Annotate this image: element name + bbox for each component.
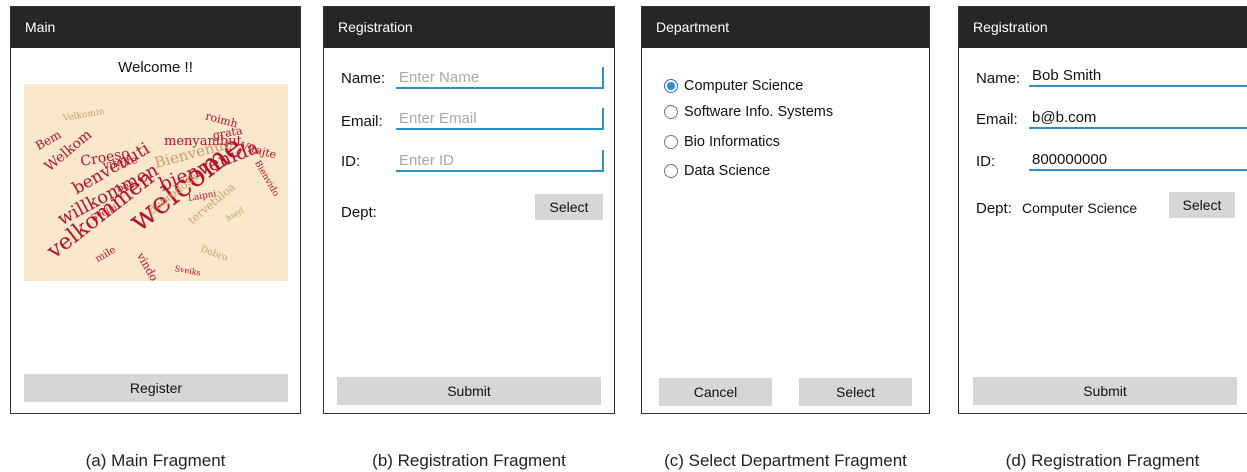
registration-fragment-filled: Registration Name: Email: ID: Dept: Comp…	[958, 6, 1247, 414]
department-option[interactable]: Bio Informatics	[664, 132, 780, 152]
department-option[interactable]: Computer Science	[664, 76, 803, 96]
id-label: ID:	[341, 153, 361, 170]
department-option-label: Bio Informatics	[684, 134, 780, 150]
name-field[interactable]	[1029, 65, 1247, 87]
word-cloud-word: Sveiks	[174, 264, 202, 278]
main-fragment: Main Welcome !! welcome velkommen bienveni…	[10, 6, 301, 414]
caption-department-fragment: (c) Select Department Fragment	[664, 451, 907, 470]
department-option-label: Data Science	[684, 163, 771, 179]
department-select-button[interactable]: Select	[799, 378, 912, 406]
word-cloud-word: hwyl	[224, 205, 246, 223]
submit-button[interactable]: Submit	[337, 377, 601, 405]
radio-unselected-icon[interactable]	[664, 135, 678, 149]
name-label: Name:	[976, 70, 1021, 87]
word-cloud-word: mile	[93, 244, 118, 265]
word-cloud-word: Velkomin	[62, 106, 106, 124]
dept-select-button[interactable]: Select	[535, 194, 603, 220]
radio-selected-icon[interactable]	[664, 79, 678, 93]
name-label: Name:	[341, 70, 386, 87]
name-field[interactable]	[396, 67, 604, 89]
word-cloud-word: Dobro	[199, 244, 229, 264]
registration-fragment-empty: Registration Name: Email: ID: Dept: Sele…	[323, 6, 615, 414]
department-option[interactable]: Data Science	[664, 161, 770, 181]
department-option-label: Software Info. Systems	[684, 104, 834, 120]
welcome-text: Welcome !!	[118, 59, 193, 76]
word-cloud-word: Bienvido	[252, 159, 281, 199]
registration-titlebar: Registration	[324, 7, 614, 48]
dept-value: Computer Science	[1022, 200, 1138, 216]
main-titlebar: Main	[11, 7, 300, 48]
caption-registration-fragment-filled: (d) Registration Fragment	[1005, 451, 1200, 470]
email-field[interactable]	[396, 108, 604, 130]
registration-titlebar-filled: Registration	[959, 7, 1247, 48]
radio-unselected-icon[interactable]	[664, 164, 678, 178]
register-button[interactable]: Register	[24, 374, 288, 402]
caption-main-fragment: (a) Main Fragment	[85, 451, 226, 470]
submit-button[interactable]: Submit	[973, 377, 1237, 405]
department-option-label: Computer Science	[684, 78, 804, 94]
department-fragment: Department Computer Science Software Info…	[641, 6, 930, 414]
department-option[interactable]: Software Info. Systems	[664, 102, 833, 122]
id-label: ID:	[976, 153, 996, 170]
id-field[interactable]	[1029, 149, 1247, 171]
id-field[interactable]	[396, 150, 604, 172]
email-label: Email:	[341, 113, 383, 130]
cancel-button[interactable]: Cancel	[659, 378, 772, 406]
dept-label: Dept:	[341, 204, 377, 221]
word-cloud-word: vindo	[134, 250, 161, 282]
radio-unselected-icon[interactable]	[664, 105, 678, 119]
caption-registration-fragment: (b) Registration Fragment	[372, 451, 566, 470]
dept-label: Dept:	[976, 200, 1012, 217]
department-titlebar: Department	[642, 7, 929, 48]
welcome-word-cloud-image: welcome velkommen bienvenida willkommen benv…	[24, 84, 288, 281]
email-label: Email:	[976, 111, 1018, 128]
dept-select-button[interactable]: Select	[1169, 192, 1235, 218]
email-field[interactable]	[1029, 107, 1247, 129]
